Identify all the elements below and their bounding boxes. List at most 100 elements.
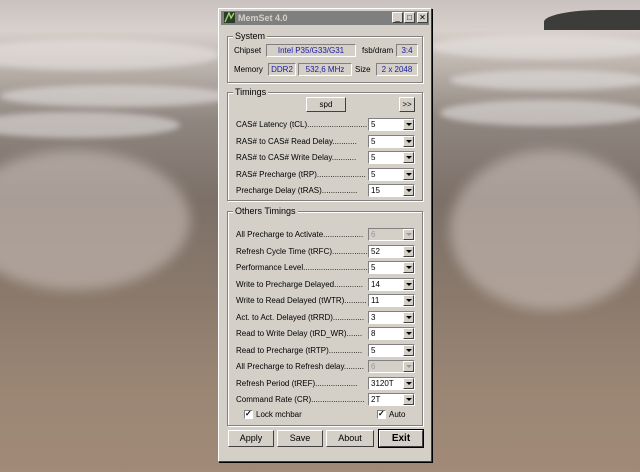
other-timing-select[interactable]: 2T xyxy=(368,393,415,406)
other-timing-value: 8 xyxy=(371,329,376,338)
wave xyxy=(0,112,180,138)
other-timing-value: 3120T xyxy=(371,378,394,388)
chevron-down-icon[interactable] xyxy=(403,278,414,290)
wave xyxy=(430,35,640,59)
window-title: MemSet 4.0 xyxy=(238,13,288,23)
minimize-button[interactable]: _ xyxy=(392,12,403,23)
chevron-down-icon[interactable] xyxy=(403,394,414,405)
other-timing-select[interactable]: 52 xyxy=(368,244,415,258)
wave xyxy=(0,40,220,70)
about-button[interactable]: About xyxy=(326,430,374,447)
other-timing-value: 3 xyxy=(371,312,376,322)
timing-label: RAS# Precharge (tRP)....................… xyxy=(236,169,366,179)
other-timing-value: 6 xyxy=(371,362,376,371)
other-timing-select[interactable]: 8 xyxy=(368,327,415,340)
lock-mchbar-label: Lock mchbar xyxy=(256,410,302,419)
memory-frequency: 532,6 MHz xyxy=(298,63,352,76)
size-value: 2 x 2048 xyxy=(376,63,418,76)
other-timing-select: 6 xyxy=(368,360,415,373)
timing-label: CAS# Latency (tCL)......................… xyxy=(236,120,368,129)
timings-group: Timings spd >> CAS# Latency (tCL).......… xyxy=(227,87,423,201)
other-timing-select[interactable]: 5 xyxy=(368,261,415,274)
system-group: System Chipset Intel P35/G33/G31 fsb/dra… xyxy=(227,31,423,83)
wave xyxy=(0,85,230,107)
chevron-down-icon[interactable] xyxy=(403,135,414,147)
system-group-label: System xyxy=(233,31,268,42)
wet-sand xyxy=(450,150,640,310)
other-timing-select[interactable]: 11 xyxy=(368,294,415,307)
chevron-down-icon[interactable] xyxy=(403,344,414,356)
size-label: Size xyxy=(355,65,371,74)
timings-group-label: Timings xyxy=(233,87,269,98)
other-timing-select[interactable]: 3 xyxy=(368,310,415,324)
lock-mchbar-checkbox[interactable] xyxy=(244,409,253,419)
other-timing-select[interactable]: 5 xyxy=(368,343,415,357)
wave xyxy=(440,100,640,126)
chevron-down-icon[interactable] xyxy=(403,262,414,273)
timing-label: RAS# to CAS# Write Delay........... xyxy=(236,153,357,162)
apply-button[interactable]: Apply xyxy=(228,430,274,447)
title-bar[interactable]: MemSet 4.0 _ □ ✕ xyxy=(221,11,429,25)
other-timing-select: 6 xyxy=(368,228,415,241)
other-timing-label: Write to Read Delayed (tWTR).......... xyxy=(236,296,367,305)
fsb-label: fsb/dram xyxy=(362,46,394,55)
other-timing-value: 6 xyxy=(371,230,376,239)
chevron-down-icon[interactable] xyxy=(403,168,414,180)
other-timing-value: 52 xyxy=(371,246,380,256)
app-icon xyxy=(224,12,235,23)
other-timing-label: Refresh Cycle Time (tRFC)...............… xyxy=(236,246,368,256)
other-timing-label: All Precharge to Refresh delay......... xyxy=(236,362,364,371)
others-timings-group: Others Timings All Precharge to Activate… xyxy=(227,206,423,426)
other-timing-value: 5 xyxy=(371,263,376,272)
save-button[interactable]: Save xyxy=(277,430,323,447)
expand-button[interactable]: >> xyxy=(399,97,415,112)
timing-value: 15 xyxy=(371,186,380,195)
memset-window: MemSet 4.0 _ □ ✕ System Chipset Intel P3… xyxy=(218,8,432,462)
fsb-value: 3:4 xyxy=(396,44,418,57)
exit-button[interactable]: Exit xyxy=(378,429,424,448)
other-timing-label: All Precharge to Activate...............… xyxy=(236,230,364,239)
other-timing-value: 14 xyxy=(371,279,380,289)
chevron-down-icon[interactable] xyxy=(403,152,414,163)
chevron-down-icon[interactable] xyxy=(403,328,414,339)
close-button[interactable]: ✕ xyxy=(417,12,428,23)
headland xyxy=(544,10,640,30)
other-timing-label: Refresh Period (tREF)................... xyxy=(236,378,358,388)
wet-sand xyxy=(0,150,190,290)
other-timing-label: Act. to Act. Delayed (tRRD).............… xyxy=(236,312,365,322)
memory-type: DDR2 xyxy=(268,63,296,76)
other-timing-label: Performance Level.......................… xyxy=(236,263,368,272)
other-timing-select[interactable]: 14 xyxy=(368,277,415,291)
others-group-label: Others Timings xyxy=(233,206,298,217)
timing-select[interactable]: 5 xyxy=(368,151,415,164)
other-timing-value: 2T xyxy=(371,395,381,404)
chevron-down-icon xyxy=(403,361,414,372)
chipset-value: Intel P35/G33/G31 xyxy=(266,44,356,57)
auto-label: Auto xyxy=(389,410,406,419)
maximize-button[interactable]: □ xyxy=(404,12,415,23)
chevron-down-icon[interactable] xyxy=(403,245,414,257)
chevron-down-icon[interactable] xyxy=(403,311,414,323)
timing-label: RAS# to CAS# Read Delay........... xyxy=(236,136,357,146)
timing-select[interactable]: 5 xyxy=(368,134,415,148)
timing-select[interactable]: 5 xyxy=(368,167,415,181)
other-timing-value: 11 xyxy=(371,296,380,305)
spd-button[interactable]: spd xyxy=(306,97,346,112)
chevron-down-icon[interactable] xyxy=(403,377,414,389)
chevron-down-icon[interactable] xyxy=(403,185,414,196)
other-timing-label: Command Rate (CR).......................… xyxy=(236,395,365,404)
auto-checkbox[interactable] xyxy=(377,409,386,419)
other-timing-label: Read to Write Delay (tRD_WR)....... xyxy=(236,329,363,338)
chevron-down-icon[interactable] xyxy=(403,295,414,306)
timing-select[interactable]: 5 xyxy=(368,118,415,131)
other-timing-select[interactable]: 3120T xyxy=(368,376,415,390)
timing-label: Precharge Delay (tRAS)................ xyxy=(236,186,358,195)
timing-value: 5 xyxy=(371,120,376,129)
wave xyxy=(450,70,640,90)
timing-select[interactable]: 15 xyxy=(368,184,415,197)
timing-value: 5 xyxy=(371,136,376,146)
chevron-down-icon[interactable] xyxy=(403,119,414,130)
timing-value: 5 xyxy=(371,169,376,179)
memory-label: Memory xyxy=(234,65,263,74)
other-timing-label: Write to Precharge Delayed............. xyxy=(236,279,364,289)
